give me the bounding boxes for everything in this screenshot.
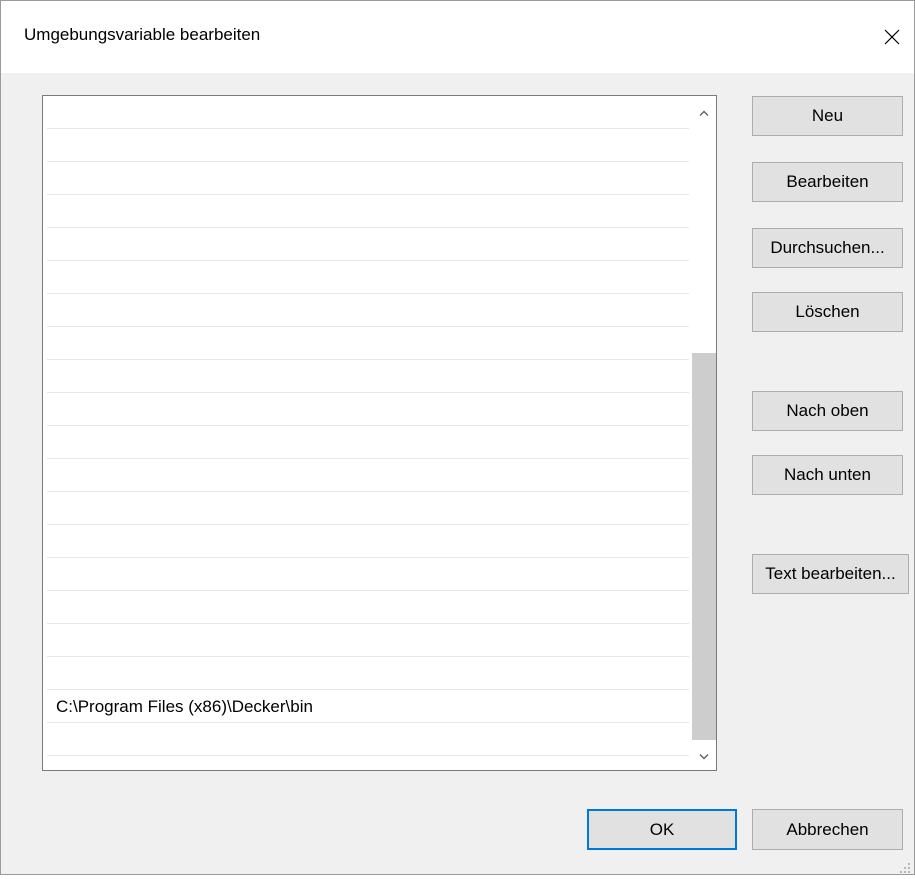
path-list-rows: C:\Program Files (x86)\Decker\bin <box>43 96 693 770</box>
delete-button[interactable]: Löschen <box>752 292 903 332</box>
new-button[interactable]: Neu <box>752 96 903 136</box>
scroll-up-button[interactable] <box>692 96 716 126</box>
chevron-up-icon <box>699 101 709 121</box>
list-item[interactable] <box>47 558 689 591</box>
browse-button[interactable]: Durchsuchen... <box>752 228 903 268</box>
ok-button[interactable]: OK <box>587 809 737 850</box>
list-item[interactable] <box>47 162 689 195</box>
list-item[interactable] <box>47 195 689 228</box>
list-item[interactable] <box>47 657 689 690</box>
list-item[interactable] <box>47 96 689 129</box>
close-icon <box>884 29 900 45</box>
list-item[interactable] <box>47 393 689 426</box>
list-item[interactable] <box>47 228 689 261</box>
edit-button[interactable]: Bearbeiten <box>752 162 903 202</box>
list-item[interactable] <box>47 360 689 393</box>
list-item[interactable] <box>47 261 689 294</box>
list-item[interactable] <box>47 723 689 756</box>
move-down-button[interactable]: Nach unten <box>752 455 903 495</box>
list-item[interactable] <box>47 525 689 558</box>
move-up-button[interactable]: Nach oben <box>752 391 903 431</box>
dialog-window: Umgebungsvariable bearbeiten C:\Program … <box>0 0 915 875</box>
list-item[interactable] <box>47 459 689 492</box>
scroll-down-button[interactable] <box>692 740 716 770</box>
list-item[interactable] <box>47 756 689 770</box>
close-button[interactable] <box>870 1 914 73</box>
list-item[interactable] <box>47 591 689 624</box>
list-item[interactable] <box>47 327 689 360</box>
list-item[interactable] <box>47 426 689 459</box>
scroll-thumb[interactable] <box>692 353 716 740</box>
edit-text-button[interactable]: Text bearbeiten... <box>752 554 909 594</box>
cancel-button[interactable]: Abbrechen <box>752 809 903 850</box>
vertical-scrollbar[interactable] <box>692 96 716 770</box>
list-item[interactable] <box>47 294 689 327</box>
list-item[interactable] <box>47 624 689 657</box>
list-item[interactable] <box>47 492 689 525</box>
resize-grip-icon[interactable] <box>899 859 911 873</box>
list-item[interactable] <box>47 129 689 162</box>
path-list[interactable]: C:\Program Files (x86)\Decker\bin <box>42 95 717 771</box>
list-item[interactable]: C:\Program Files (x86)\Decker\bin <box>47 690 689 723</box>
window-title: Umgebungsvariable bearbeiten <box>24 25 261 44</box>
title-bar[interactable]: Umgebungsvariable bearbeiten <box>1 1 914 73</box>
chevron-down-icon <box>699 745 709 765</box>
